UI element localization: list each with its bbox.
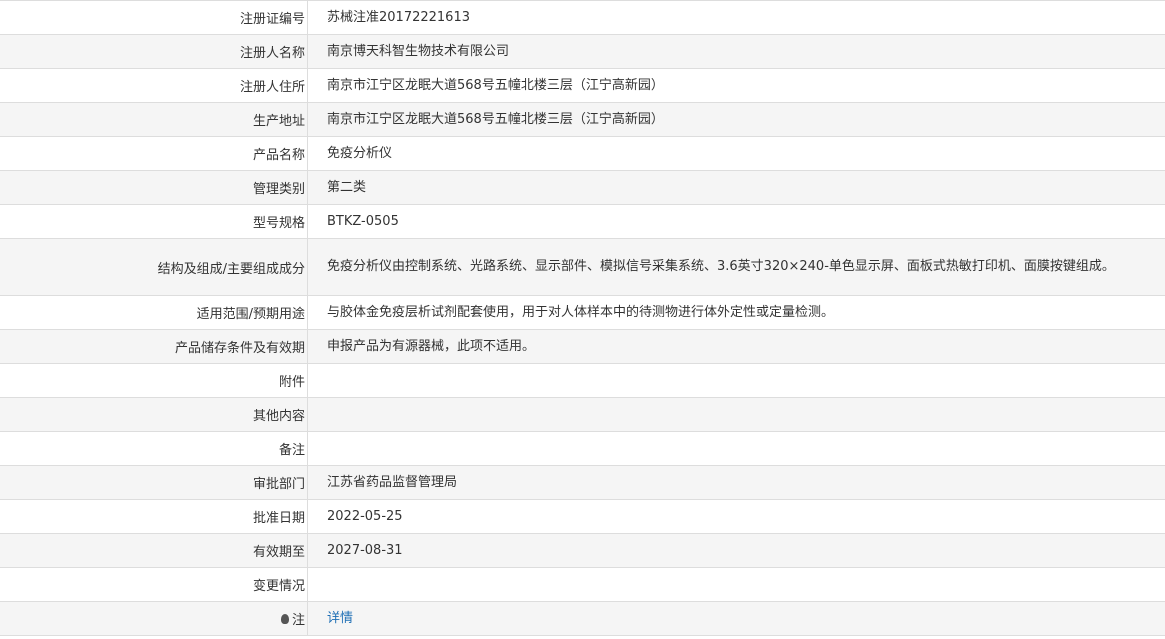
- row-change-status: 变更情况: [0, 568, 1165, 602]
- label-structure-composition: 结构及组成/主要组成成分: [0, 239, 308, 295]
- label-registrant-address: 注册人住所: [0, 69, 308, 102]
- label-production-address: 生产地址: [0, 103, 308, 136]
- value-registrant-name: 南京博天科智生物技术有限公司: [327, 43, 510, 59]
- value-storage-validity: 申报产品为有源器械，此项不适用。: [327, 338, 536, 354]
- value-other-content: [308, 398, 1165, 431]
- row-remarks: 备注: [0, 432, 1165, 466]
- value-approval-department: 江苏省药品监督管理局: [327, 474, 458, 490]
- value-change-status: [308, 568, 1165, 601]
- label-storage-validity: 产品储存条件及有效期: [0, 330, 308, 363]
- row-management-category: 管理类别 第二类: [0, 171, 1165, 205]
- value-note: 详情: [308, 602, 1165, 635]
- label-registration-number: 注册证编号: [0, 1, 308, 34]
- row-intended-use: 适用范围/预期用途 与胶体金免疫层析试剂配套使用，用于对人体样本中的待测物进行体…: [0, 296, 1165, 330]
- label-intended-use: 适用范围/预期用途: [0, 296, 308, 329]
- value-registrant-address: 南京市江宁区龙眠大道568号五幢北楼三层（江宁高新园）: [327, 77, 664, 93]
- value-intended-use: 与胶体金免疫层析试剂配套使用，用于对人体样本中的待测物进行体外定性或定量检测。: [327, 304, 835, 320]
- row-storage-validity: 产品储存条件及有效期 申报产品为有源器械，此项不适用。: [0, 330, 1165, 364]
- label-note: 注: [0, 602, 308, 635]
- label-change-status: 变更情况: [0, 568, 308, 601]
- row-note: 注 详情: [0, 602, 1165, 636]
- label-other-content: 其他内容: [0, 398, 308, 431]
- label-valid-until: 有效期至: [0, 534, 308, 567]
- row-registration-number: 注册证编号 苏械注准20172221613: [0, 1, 1165, 35]
- note-label: 注: [291, 613, 305, 628]
- row-model-spec: 型号规格 BTKZ-0505: [0, 205, 1165, 239]
- row-approval-date: 批准日期 2022-05-25: [0, 500, 1165, 534]
- label-approval-date: 批准日期: [0, 500, 308, 533]
- value-attachment: [308, 364, 1165, 397]
- value-management-category: 第二类: [327, 179, 367, 195]
- label-model-spec: 型号规格: [0, 205, 308, 238]
- value-model-spec: BTKZ-0505: [327, 213, 399, 229]
- row-product-name: 产品名称 免疫分析仪: [0, 137, 1165, 171]
- value-production-address: 南京市江宁区龙眠大道568号五幢北楼三层（江宁高新园）: [327, 111, 664, 127]
- details-link[interactable]: 详情: [327, 608, 353, 630]
- label-remarks: 备注: [0, 432, 308, 465]
- row-structure-composition: 结构及组成/主要组成成分 免疫分析仪由控制系统、光路系统、显示部件、模拟信号采集…: [0, 239, 1165, 296]
- value-structure-composition: 免疫分析仪由控制系统、光路系统、显示部件、模拟信号采集系统、3.6英寸320×2…: [327, 259, 1115, 274]
- row-other-content: 其他内容: [0, 398, 1165, 432]
- label-approval-department: 审批部门: [0, 466, 308, 499]
- row-valid-until: 有效期至 2027-08-31: [0, 534, 1165, 568]
- registration-detail-table: 注册证编号 苏械注准20172221613 注册人名称 南京博天科智生物技术有限…: [0, 0, 1165, 636]
- value-product-name: 免疫分析仪: [327, 145, 393, 161]
- row-registrant-name: 注册人名称 南京博天科智生物技术有限公司: [0, 35, 1165, 69]
- value-remarks: [308, 432, 1165, 465]
- row-production-address: 生产地址 南京市江宁区龙眠大道568号五幢北楼三层（江宁高新园）: [0, 103, 1165, 137]
- label-attachment: 附件: [0, 364, 308, 397]
- row-attachment: 附件: [0, 364, 1165, 398]
- row-approval-department: 审批部门 江苏省药品监督管理局: [0, 466, 1165, 500]
- value-registration-number: 苏械注准20172221613: [327, 9, 470, 25]
- value-valid-until: 2027-08-31: [327, 542, 403, 558]
- label-management-category: 管理类别: [0, 171, 308, 204]
- label-registrant-name: 注册人名称: [0, 35, 308, 68]
- row-registrant-address: 注册人住所 南京市江宁区龙眠大道568号五幢北楼三层（江宁高新园）: [0, 69, 1165, 103]
- lightbulb-icon: [280, 613, 289, 624]
- label-product-name: 产品名称: [0, 137, 308, 170]
- value-approval-date: 2022-05-25: [327, 508, 403, 524]
